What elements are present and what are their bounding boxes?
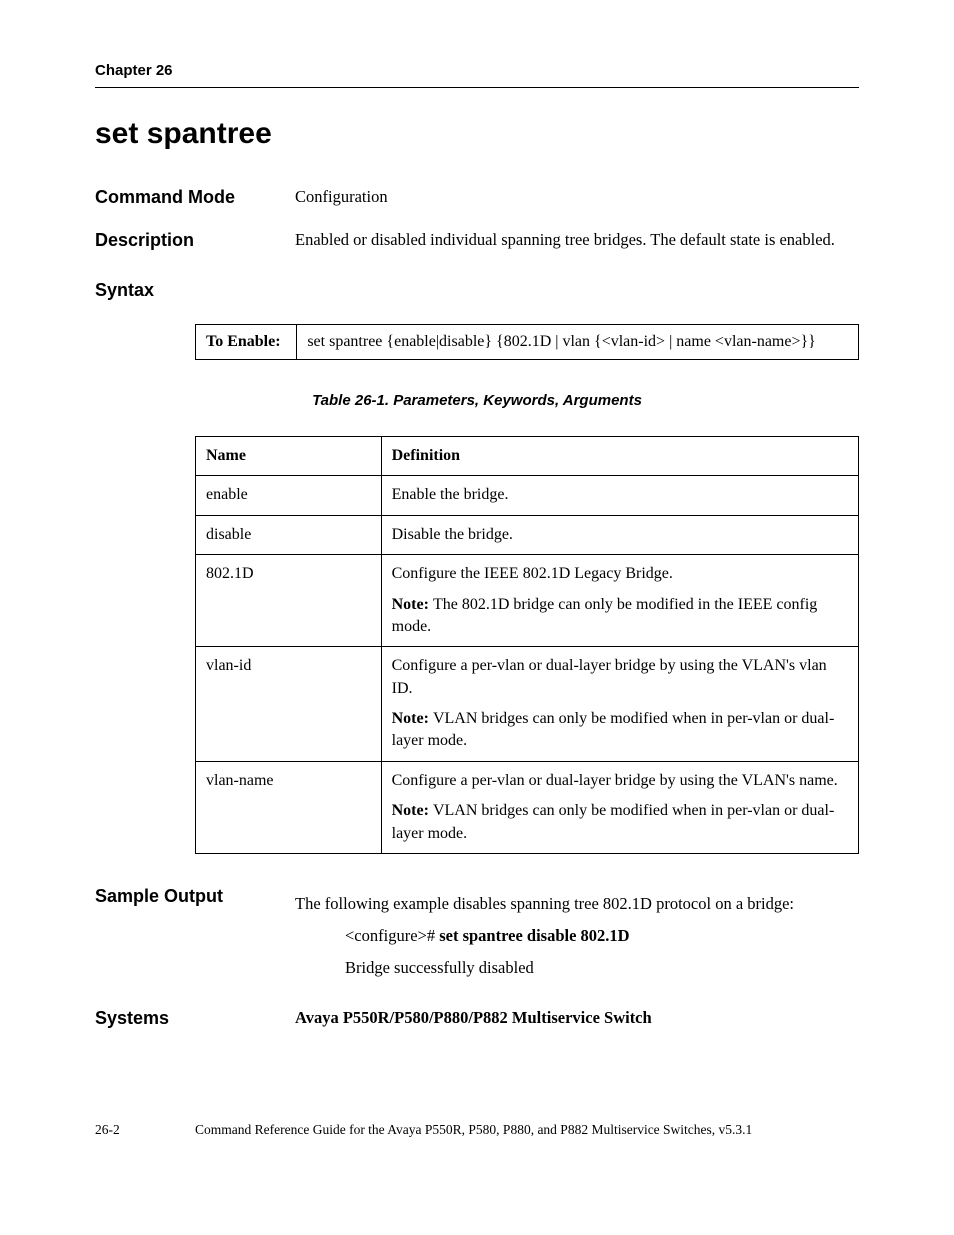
param-definition: Enable the bridge. (381, 476, 858, 515)
table-row: disable Disable the bridge. (196, 515, 859, 554)
table-row: 802.1DConfigure the IEEE 802.1D Legacy B… (196, 555, 859, 647)
param-name: enable (196, 476, 382, 515)
footer-text: Command Reference Guide for the Avaya P5… (195, 1121, 752, 1140)
param-definition-text: Configure the IEEE 802.1D Legacy Bridge. (392, 563, 848, 585)
sample-output-intro: The following example disables spanning … (295, 892, 859, 916)
param-definition: Configure the IEEE 802.1D Legacy Bridge.… (381, 555, 858, 647)
param-name: disable (196, 515, 382, 554)
param-definition-text: Configure a per-vlan or dual-layer bridg… (392, 655, 848, 700)
param-definition: Disable the bridge. (381, 515, 858, 554)
syntax-label: Syntax (95, 278, 859, 303)
note-text: VLAN bridges can only be modified when i… (392, 802, 835, 841)
param-name: vlan-name (196, 761, 382, 853)
sample-output-row: Sample Output The following example disa… (95, 884, 859, 988)
table-row: vlan-idConfigure a per-vlan or dual-laye… (196, 647, 859, 762)
params-table: Name Definition enable Enable the bridge.… (195, 436, 859, 854)
syntax-row-label: To Enable: (196, 324, 297, 359)
footer-page: 26-2 (95, 1121, 195, 1140)
syntax-row: To Enable: set spantree {enable|disable}… (196, 324, 859, 359)
param-note: Note: VLAN bridges can only be modified … (392, 708, 848, 753)
note-label: Note: (392, 596, 433, 613)
table-row: enable Enable the bridge. (196, 476, 859, 515)
param-definition-text: Enable the bridge. (392, 484, 848, 506)
command-mode-label: Command Mode (95, 185, 295, 210)
note-text: VLAN bridges can only be modified when i… (392, 710, 835, 749)
sample-output-prompt: <configure># (345, 926, 439, 945)
systems-label: Systems (95, 1006, 295, 1031)
header-rule (95, 87, 859, 88)
note-text: The 802.1D bridge can only be modified i… (392, 596, 818, 635)
param-definition: Configure a per-vlan or dual-layer bridg… (381, 761, 858, 853)
description-value: Enabled or disabled individual spanning … (295, 228, 859, 252)
footer: 26-2 Command Reference Guide for the Ava… (95, 1121, 859, 1140)
param-definition-text: Disable the bridge. (392, 524, 848, 546)
param-note: Note: The 802.1D bridge can only be modi… (392, 594, 848, 639)
syntax-row-value: set spantree {enable|disable} {802.1D | … (297, 324, 859, 359)
params-header-name: Name (196, 436, 382, 475)
table-caption: Table 26-1. Parameters, Keywords, Argume… (95, 390, 859, 411)
sample-output-command: set spantree disable 802.1D (439, 926, 629, 945)
command-mode-row: Command Mode Configuration (95, 185, 859, 210)
sample-output-command-line: <configure># set spantree disable 802.1D (345, 924, 859, 948)
sample-output-result: Bridge successfully disabled (345, 956, 859, 980)
param-definition-text: Configure a per-vlan or dual-layer bridg… (392, 770, 848, 792)
chapter-header: Chapter 26 (95, 60, 859, 81)
syntax-table: To Enable: set spantree {enable|disable}… (195, 324, 859, 360)
note-label: Note: (392, 710, 433, 727)
param-name: vlan-id (196, 647, 382, 762)
systems-value: Avaya P550R/P580/P880/P882 Multiservice … (295, 1006, 859, 1030)
note-label: Note: (392, 802, 433, 819)
description-row: Description Enabled or disabled individu… (95, 228, 859, 253)
param-note: Note: VLAN bridges can only be modified … (392, 800, 848, 845)
param-definition: Configure a per-vlan or dual-layer bridg… (381, 647, 858, 762)
description-label: Description (95, 228, 295, 253)
params-header-row: Name Definition (196, 436, 859, 475)
command-title: set spantree (95, 113, 859, 155)
sample-output-content: The following example disables spanning … (295, 884, 859, 988)
sample-output-label: Sample Output (95, 884, 295, 909)
param-name: 802.1D (196, 555, 382, 647)
table-row: vlan-name Configure a per-vlan or dual-la… (196, 761, 859, 853)
systems-row: Systems Avaya P550R/P580/P880/P882 Multi… (95, 1006, 859, 1031)
params-header-definition: Definition (381, 436, 858, 475)
command-mode-value: Configuration (295, 185, 859, 209)
